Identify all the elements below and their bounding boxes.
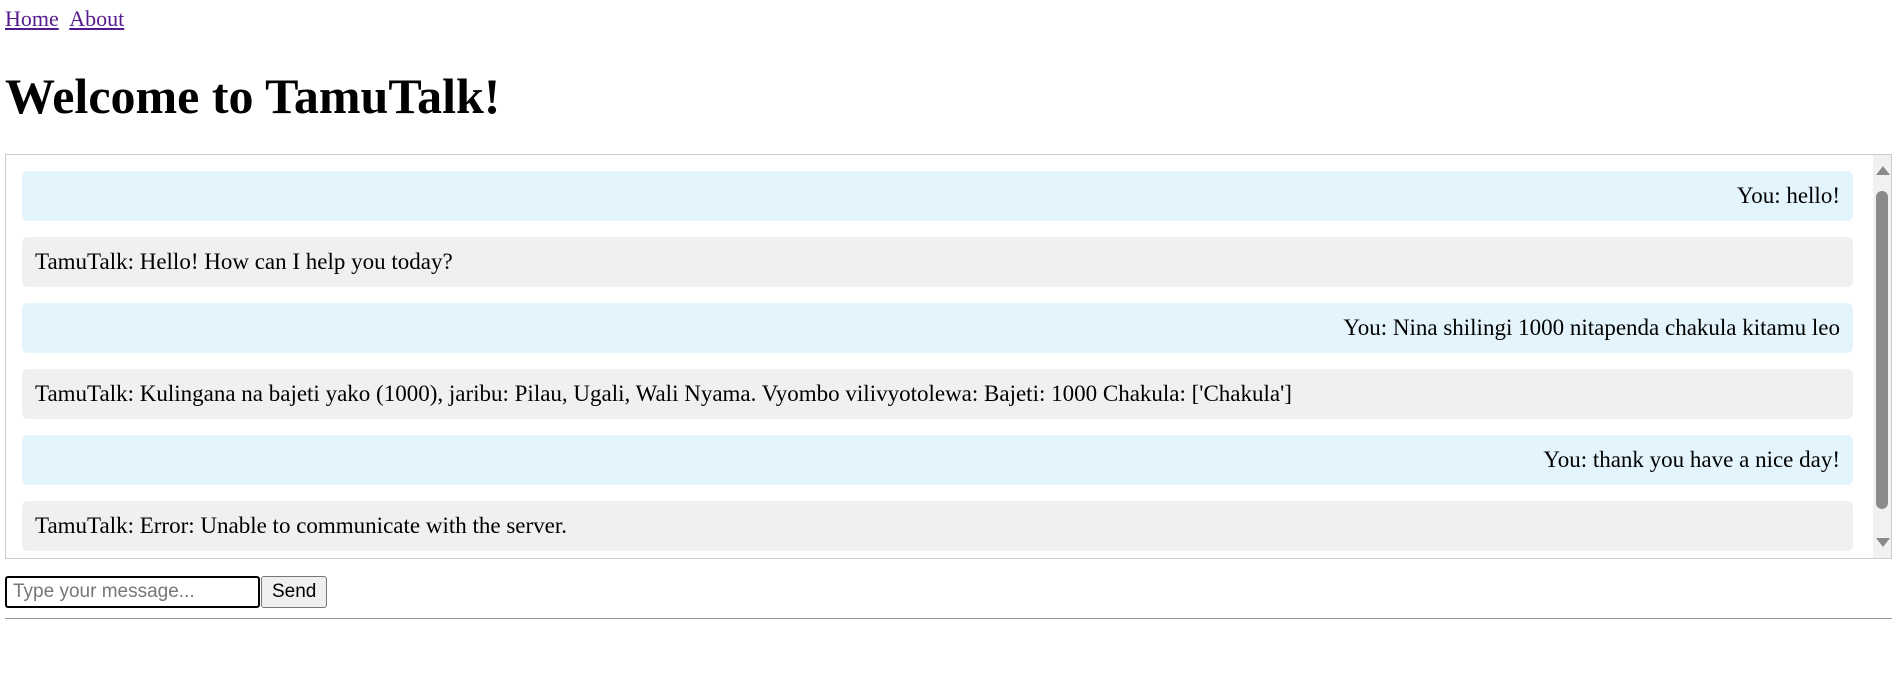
bot-message: TamuTalk: Kulingana na bajeti yako (1000… <box>22 369 1853 419</box>
scrollbar-thumb[interactable] <box>1876 191 1888 509</box>
send-button[interactable]: Send <box>261 576 328 608</box>
bot-message: TamuTalk: Hello! How can I help you toda… <box>22 237 1853 287</box>
chat-window[interactable]: You: hello! TamuTalk: Hello! How can I h… <box>5 154 1892 559</box>
footer-divider <box>5 618 1892 619</box>
bot-message: TamuTalk: Error: Unable to communicate w… <box>22 501 1853 551</box>
user-message: You: Nina shilingi 1000 nitapenda chakul… <box>22 303 1853 353</box>
scroll-up-arrow-icon[interactable] <box>1876 166 1890 175</box>
chat-scrollbar[interactable] <box>1873 155 1891 558</box>
message-composer: Send <box>5 576 328 608</box>
nav-link-home[interactable]: Home <box>5 6 59 31</box>
user-message: You: hello! <box>22 171 1853 221</box>
message-list: You: hello! TamuTalk: Hello! How can I h… <box>22 171 1853 558</box>
top-nav: Home About <box>5 6 124 32</box>
user-message: You: thank you have a nice day! <box>22 435 1853 485</box>
scroll-down-arrow-icon[interactable] <box>1876 538 1890 547</box>
page-title: Welcome to TamuTalk! <box>5 68 501 124</box>
nav-link-about[interactable]: About <box>69 6 124 31</box>
message-input[interactable] <box>5 576 260 608</box>
